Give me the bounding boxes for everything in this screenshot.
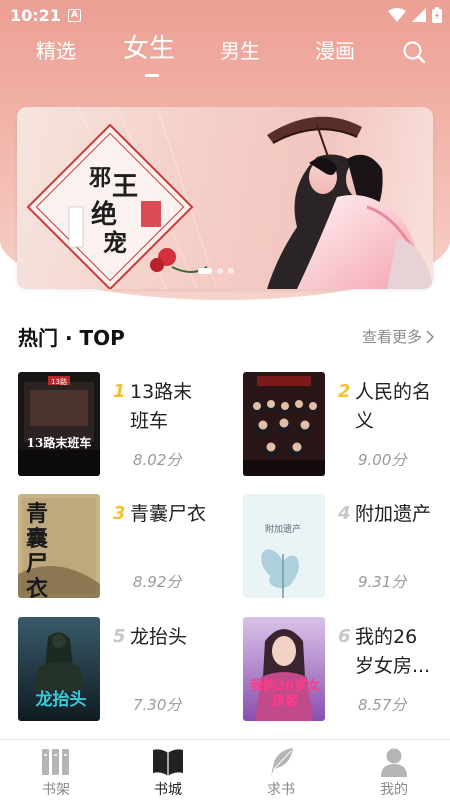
cover-title: 13路末班车 — [26, 436, 92, 450]
tab-female[interactable]: 女生 — [123, 32, 175, 66]
book-score: 8.57分 — [358, 696, 407, 714]
bottom-navigation: 书架 书城 求书 我的 — [0, 739, 450, 800]
book-title: 人民的名义 — [355, 381, 432, 432]
tab-comics[interactable]: 漫画 — [315, 34, 355, 68]
book-item[interactable]: 2 人民的名义 9.00分 — [243, 372, 450, 478]
hot-top-section-header: 热门 · TOP 查看更多 — [18, 318, 434, 354]
nav-label: 书架 — [42, 782, 70, 798]
category-tabs: 精选 女生 男生 漫画 — [0, 34, 450, 82]
search-icon[interactable] — [402, 40, 426, 64]
see-more-link[interactable]: 查看更多 — [362, 326, 434, 347]
status-bar: 10:21 A — [0, 0, 450, 32]
active-tab-indicator — [145, 74, 159, 77]
cover-title: 我的26岁女房客 — [249, 679, 321, 709]
banner-dot — [228, 268, 234, 274]
tab-male[interactable]: 男生 — [220, 34, 260, 68]
nav-bookstore[interactable]: 书城 — [112, 740, 224, 800]
cover-title: 青囊尸衣 — [26, 501, 49, 599]
status-time: 10:21 — [10, 6, 61, 25]
nav-label: 求书 — [267, 782, 295, 798]
book-item[interactable]: 我的26岁女房客 6 我的26岁女房... 8.57分 — [243, 617, 450, 723]
wifi-icon — [388, 8, 406, 22]
book-score: 8.02分 — [133, 451, 182, 469]
svg-text:邪: 邪 — [88, 165, 111, 191]
feather-icon — [271, 748, 293, 776]
book-title: 附加遗产 — [355, 503, 432, 525]
rank-number: 2 — [338, 381, 351, 402]
svg-text:宠: 宠 — [103, 228, 127, 257]
book-cover: 龙抬头 — [18, 617, 100, 721]
book-cover: 13路 13路末班车 — [18, 372, 100, 476]
rank-number: 3 — [113, 503, 126, 524]
book-score: 9.31分 — [358, 573, 407, 591]
section-title: 热门 · TOP — [18, 326, 125, 350]
book-cover: 青囊尸衣 — [18, 494, 100, 598]
chevron-right-icon — [426, 329, 434, 344]
banner-artwork: 邪 王 绝 宠 — [26, 107, 433, 289]
book-cover: 附加遗产 — [243, 494, 325, 598]
cover-title: 龙抬头 — [35, 690, 87, 710]
book-score: 9.00分 — [358, 451, 407, 469]
rank-number: 5 — [113, 626, 126, 647]
notification-icon: A — [68, 9, 81, 22]
book-item[interactable]: 附加遗产 4 附加遗产 9.31分 — [243, 494, 450, 600]
book-score: 7.30分 — [133, 696, 182, 714]
svg-text:王: 王 — [112, 172, 138, 202]
book-cover: 我的26岁女房客 — [243, 617, 325, 721]
banner-pagination — [198, 268, 252, 274]
battery-icon — [432, 7, 442, 23]
book-title: 青囊尸衣 — [130, 503, 207, 525]
nav-bookshelf[interactable]: 书架 — [0, 740, 112, 800]
svg-text:绝: 绝 — [91, 199, 117, 230]
see-more-label: 查看更多 — [361, 328, 422, 346]
svg-text:13路: 13路 — [51, 377, 67, 386]
rank-number: 1 — [113, 381, 126, 402]
nav-label: 我的 — [380, 782, 408, 798]
book-title: 13路末班车 — [130, 381, 193, 432]
cover-title: 附加遗产 — [265, 525, 302, 535]
book-item[interactable]: 龙抬头 5 龙抬头 7.30分 — [18, 617, 228, 723]
banner-dot — [217, 268, 223, 274]
tab-featured[interactable]: 精选 — [36, 34, 76, 68]
signal-icon — [412, 8, 426, 22]
book-item[interactable]: 13路 13路末班车 1 13路末班车 8.02分 — [18, 372, 228, 478]
nav-request-book[interactable]: 求书 — [225, 740, 337, 800]
rank-number: 4 — [338, 503, 351, 524]
open-book-icon — [153, 749, 183, 776]
rank-number: 6 — [338, 626, 351, 647]
nav-profile[interactable]: 我的 — [338, 740, 450, 800]
banner-dot — [198, 268, 212, 274]
book-cover — [243, 372, 325, 476]
book-score: 8.92分 — [133, 573, 182, 591]
book-item[interactable]: 青囊尸衣 3 青囊尸衣 8.92分 — [18, 494, 228, 600]
book-title: 龙抬头 — [130, 626, 188, 648]
promo-banner[interactable]: 邪 王 绝 宠 — [17, 107, 433, 289]
bookshelf-icon — [42, 749, 69, 775]
book-title: 我的26岁女房... — [355, 626, 431, 677]
person-icon — [381, 748, 407, 777]
nav-label: 书城 — [154, 782, 182, 798]
